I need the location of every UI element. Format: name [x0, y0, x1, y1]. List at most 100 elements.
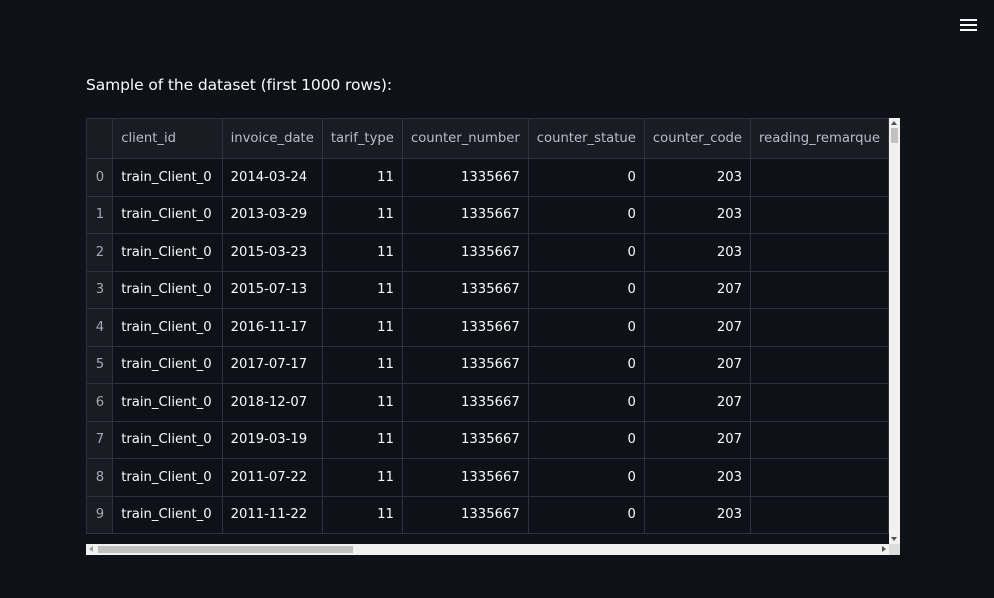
table-cell[interactable]: 11	[321, 308, 403, 347]
table-cell[interactable]: 1335667	[401, 308, 529, 347]
scroll-left-arrow-icon[interactable]	[89, 546, 93, 552]
table-cell[interactable]: 1335667	[401, 195, 529, 234]
row-index: 4	[86, 308, 114, 347]
table-cell[interactable]: 0	[527, 158, 645, 197]
table-cell[interactable]: 2015-03-23	[221, 233, 323, 272]
vertical-scroll-thumb[interactable]	[891, 128, 898, 143]
horizontal-scroll-thumb[interactable]	[98, 546, 353, 553]
scroll-down-arrow-icon[interactable]	[891, 537, 897, 541]
scrollbar-corner	[889, 544, 900, 555]
table-cell[interactable]: train_Client_0	[112, 195, 223, 234]
table-cell[interactable]: 0	[527, 458, 645, 497]
table-cell[interactable]	[750, 158, 889, 197]
table-cell[interactable]: 1335667	[401, 458, 529, 497]
table-cell[interactable]: 11	[321, 495, 403, 534]
table-cell[interactable]: 0	[527, 345, 645, 384]
table-cell[interactable]: train_Client_0	[112, 270, 223, 309]
table-cell[interactable]	[750, 458, 889, 497]
table-cell[interactable]: train_Client_0	[112, 345, 223, 384]
table-cell[interactable]: 1335667	[401, 420, 529, 459]
table-cell[interactable]: 11	[321, 158, 403, 197]
table-cell[interactable]: 203	[643, 458, 752, 497]
column-header[interactable]: tarif_type	[321, 118, 403, 159]
table-cell[interactable]: 203	[643, 195, 752, 234]
table-cell[interactable]: 207	[643, 420, 752, 459]
table-cell[interactable]: 0	[527, 308, 645, 347]
table-cell[interactable]: 207	[643, 308, 752, 347]
table-cell[interactable]: 0	[527, 495, 645, 534]
table-cell[interactable]: 207	[643, 270, 752, 309]
column-header[interactable]: invoice_date	[221, 118, 323, 159]
table-cell[interactable]: 11	[321, 383, 403, 422]
scroll-right-arrow-icon[interactable]	[882, 546, 886, 552]
column-header[interactable]: counter_number	[401, 118, 529, 159]
table-cell[interactable]	[750, 495, 889, 534]
index-header	[86, 118, 114, 159]
table-cell[interactable]: train_Client_0	[112, 383, 223, 422]
table-cell[interactable]: train_Client_0	[112, 420, 223, 459]
table-cell[interactable]: 0	[527, 420, 645, 459]
app-page: Sample of the dataset (first 1000 rows):	[0, 0, 994, 598]
table-cell[interactable]: 203	[643, 495, 752, 534]
column-header[interactable]: counter_code	[643, 118, 752, 159]
table-cell[interactable]	[750, 233, 889, 272]
row-index: 0	[86, 158, 114, 197]
table-cell[interactable]: train_Client_0	[112, 308, 223, 347]
table-cell[interactable]: 2011-07-22	[221, 458, 323, 497]
table-cell[interactable]: 2013-03-29	[221, 195, 323, 234]
table-cell[interactable]: 2016-11-17	[221, 308, 323, 347]
column-header[interactable]: counter_statue	[527, 118, 645, 159]
scroll-up-arrow-icon[interactable]	[891, 121, 897, 125]
table-cell[interactable]: train_Client_0	[112, 233, 223, 272]
table-row: 4 train_Client_0 2016-11-17 11 1335667 0…	[86, 308, 889, 347]
table-row: 0 train_Client_0 2014-03-24 11 1335667 0…	[86, 158, 889, 197]
table-cell[interactable]: 0	[527, 383, 645, 422]
horizontal-scrollbar[interactable]	[86, 544, 889, 555]
table-cell[interactable]	[750, 308, 889, 347]
table-cell[interactable]: 207	[643, 383, 752, 422]
dataframe-grid[interactable]: client_id invoice_date tarif_type counte…	[86, 118, 900, 557]
table-cell[interactable]: 2018-12-07	[221, 383, 323, 422]
table-cell[interactable]: 11	[321, 195, 403, 234]
vertical-scrollbar[interactable]	[889, 118, 900, 544]
table-cell[interactable]	[750, 270, 889, 309]
table-cell[interactable]: 2011-11-22	[221, 495, 323, 534]
table-cell[interactable]: 2017-07-17	[221, 345, 323, 384]
table-cell[interactable]: 2014-03-24	[221, 158, 323, 197]
table-cell[interactable]: 11	[321, 233, 403, 272]
table-cell[interactable]: 1335667	[401, 233, 529, 272]
header-row: client_id invoice_date tarif_type counte…	[86, 118, 889, 159]
table-cell[interactable]: 0	[527, 233, 645, 272]
table-cell[interactable]: 1335667	[401, 495, 529, 534]
table-cell[interactable]: 1335667	[401, 345, 529, 384]
table-cell[interactable]: train_Client_0	[112, 458, 223, 497]
table-cell[interactable]: 0	[527, 270, 645, 309]
row-index: 1	[86, 195, 114, 234]
table-cell[interactable]: 11	[321, 458, 403, 497]
table-row: 6 train_Client_0 2018-12-07 11 1335667 0…	[86, 383, 889, 422]
table-cell[interactable]	[750, 195, 889, 234]
table-cell[interactable]: 1335667	[401, 270, 529, 309]
table-cell[interactable]: 11	[321, 420, 403, 459]
column-header[interactable]: client_id	[112, 118, 223, 159]
table-cell[interactable]: train_Client_0	[112, 158, 223, 197]
table-cell[interactable]: 1335667	[401, 383, 529, 422]
table-cell[interactable]: 11	[321, 270, 403, 309]
row-index: 5	[86, 345, 114, 384]
table-cell[interactable]	[750, 383, 889, 422]
table-cell[interactable]: 203	[643, 233, 752, 272]
table-cell[interactable]: train_Client_0	[112, 495, 223, 534]
main-menu-button[interactable]	[954, 12, 982, 38]
table-cell[interactable]: 2015-07-13	[221, 270, 323, 309]
column-header[interactable]: reading_remarque	[750, 118, 889, 159]
table-cell[interactable]: 2019-03-19	[221, 420, 323, 459]
table-cell[interactable]: 207	[643, 345, 752, 384]
table-cell[interactable]: 0	[527, 195, 645, 234]
table-cell[interactable]	[750, 345, 889, 384]
row-index: 2	[86, 233, 114, 272]
table-cell[interactable]: 203	[643, 158, 752, 197]
table-cell[interactable]: 11	[321, 345, 403, 384]
dataframe-viewport[interactable]: client_id invoice_date tarif_type counte…	[86, 118, 889, 544]
table-cell[interactable]: 1335667	[401, 158, 529, 197]
table-cell[interactable]	[750, 420, 889, 459]
